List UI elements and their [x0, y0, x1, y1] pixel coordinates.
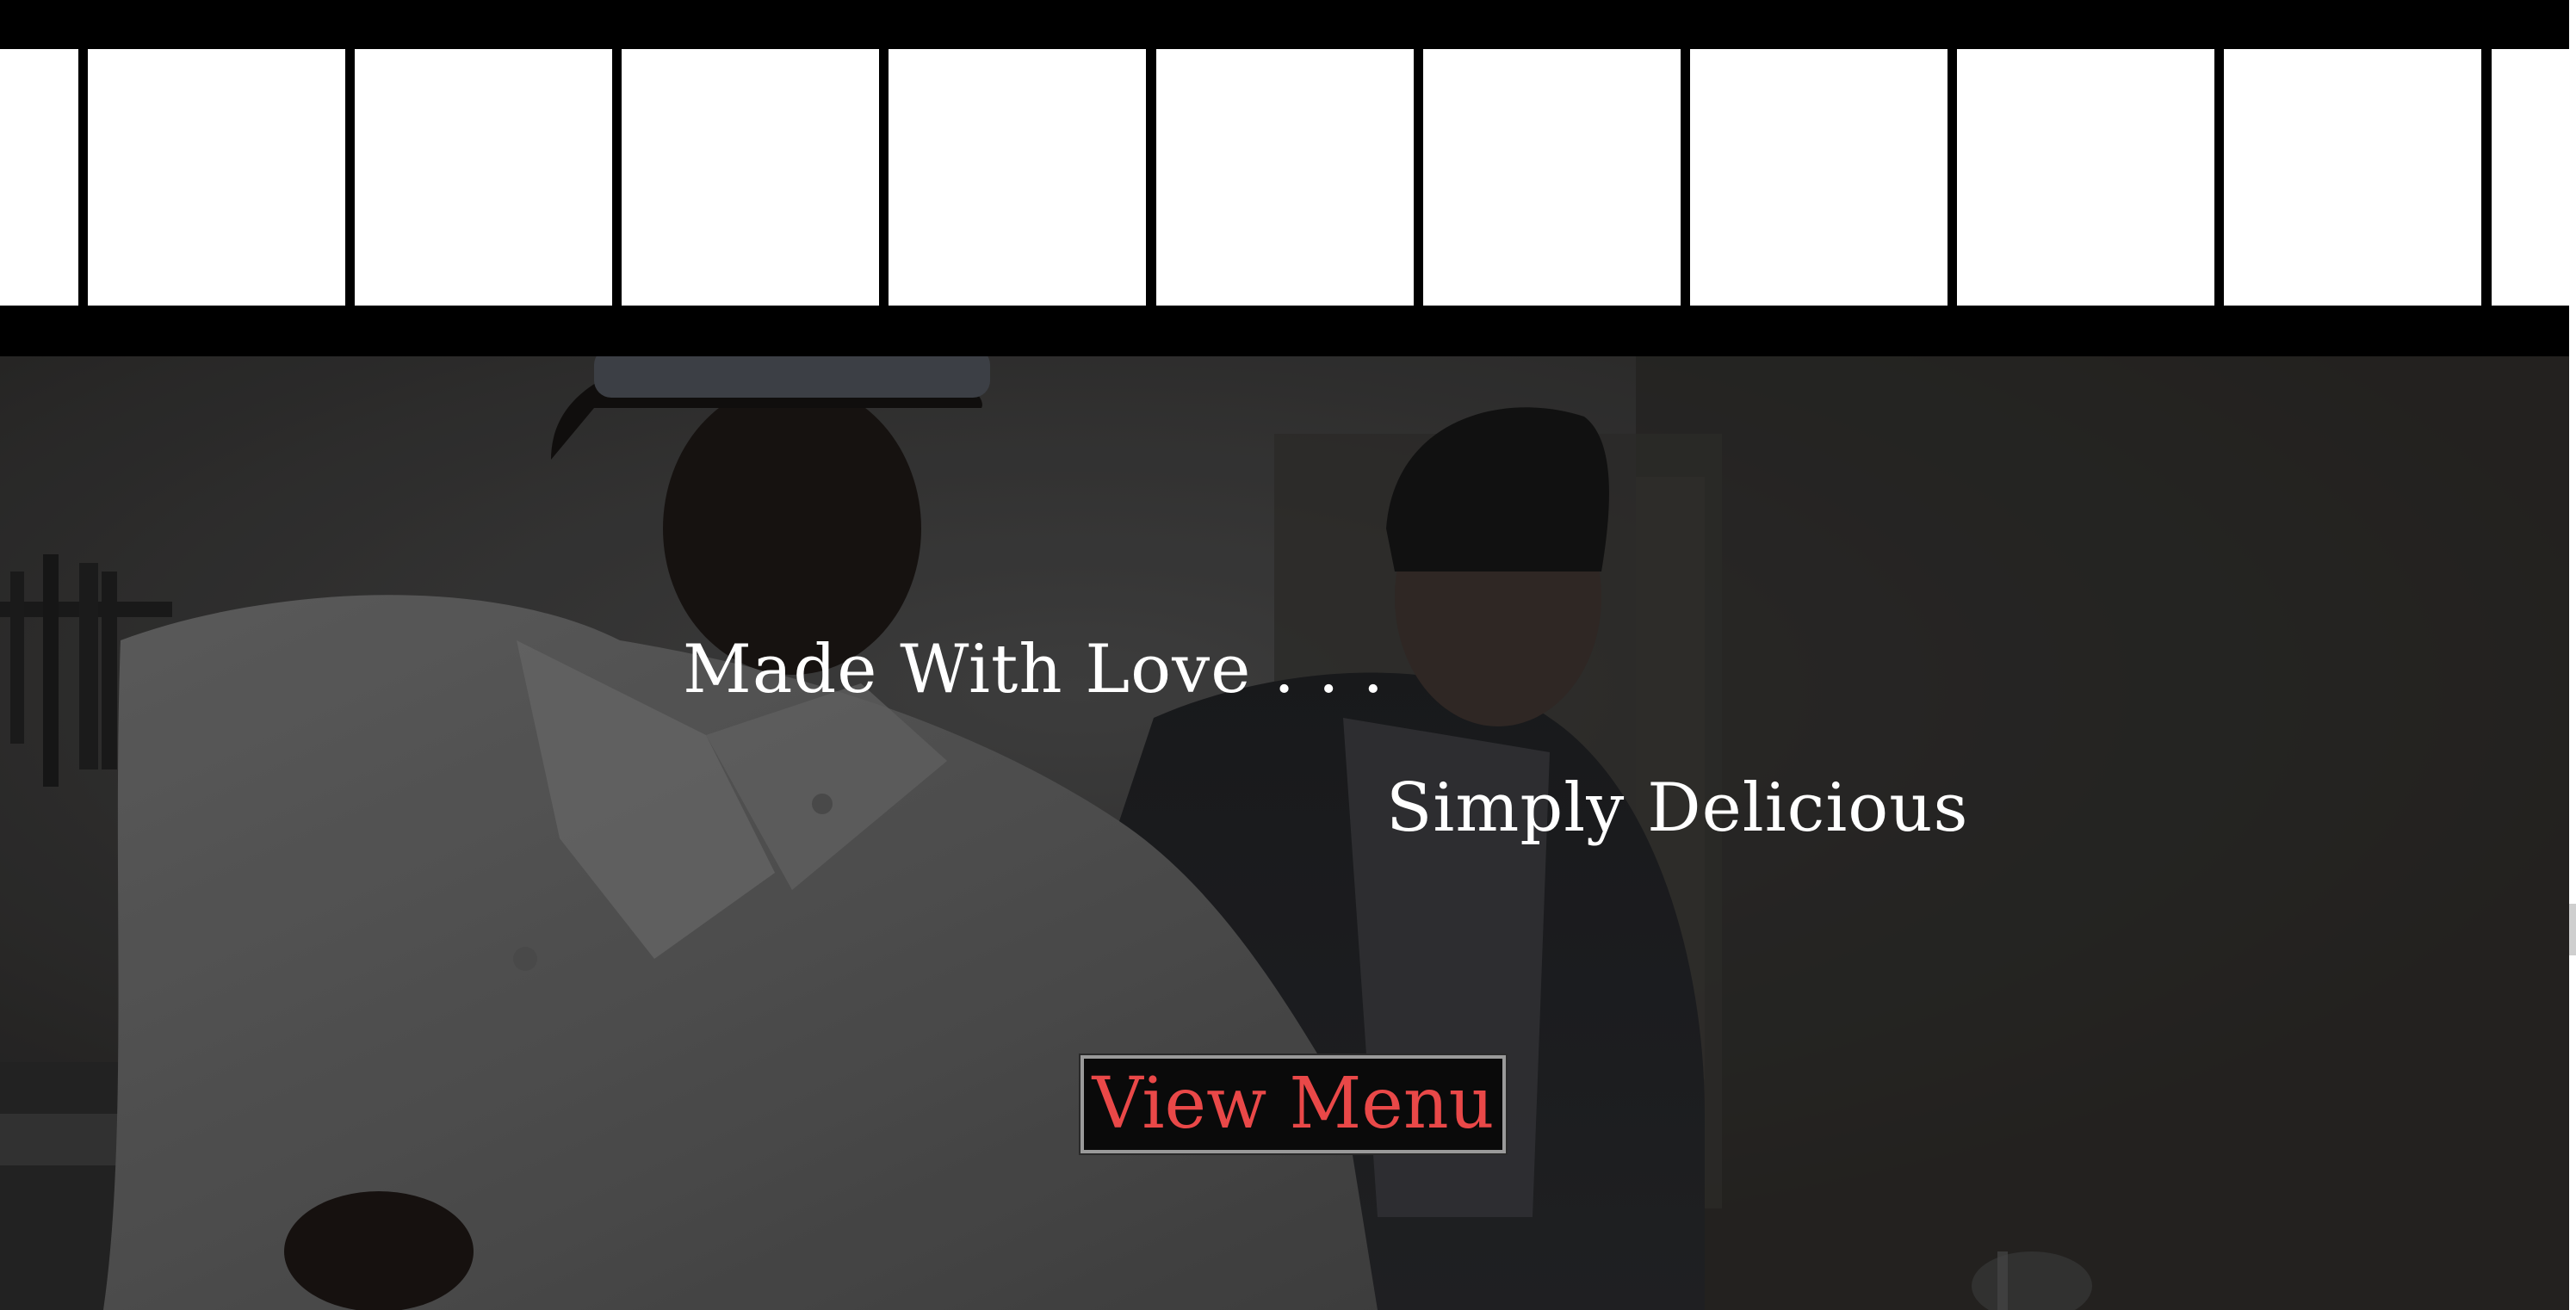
filmstrip-header — [0, 0, 2569, 356]
filmstrip-frame — [355, 49, 612, 306]
view-menu-button[interactable]: View Menu — [1081, 1055, 1506, 1153]
tagline-simply-delicious: Simply Delicious — [1386, 769, 1969, 847]
hero-dim-overlay — [0, 356, 2569, 1310]
hero-banner: Made With Love . . . Simply Delicious Vi… — [0, 356, 2569, 1310]
filmstrip-frame — [1423, 49, 1681, 306]
scrollbar-thumb[interactable] — [2569, 904, 2576, 955]
filmstrip-frame — [1957, 49, 2214, 306]
page-edge — [2569, 0, 2576, 1310]
filmstrip-frame — [2492, 49, 2569, 306]
filmstrip-frame — [2224, 49, 2481, 306]
filmstrip-frame — [622, 49, 879, 306]
filmstrip-frame — [0, 49, 78, 306]
tagline-made-with-love: Made With Love . . . — [683, 630, 1385, 708]
filmstrip-frame — [88, 49, 345, 306]
filmstrip-frame — [1690, 49, 1947, 306]
page: Made With Love . . . Simply Delicious Vi… — [0, 0, 2576, 1310]
filmstrip-frame — [1156, 49, 1414, 306]
filmstrip-frame — [889, 49, 1146, 306]
